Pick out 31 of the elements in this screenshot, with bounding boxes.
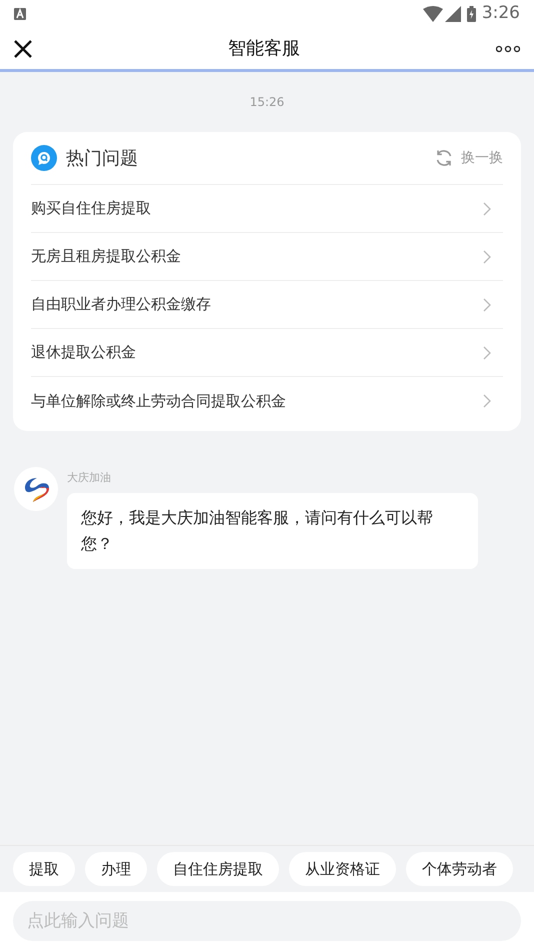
refresh-icon — [435, 149, 453, 167]
quick-reply-chip[interactable]: 个体劳动者 — [406, 852, 513, 886]
chevron-right-icon — [483, 250, 491, 264]
question-item[interactable]: 购买自住住房提取 — [31, 185, 503, 233]
sender-name: 大庆加油 — [67, 470, 111, 486]
question-item[interactable]: 无房且租房提取公积金 — [31, 233, 503, 281]
close-button[interactable] — [14, 40, 32, 58]
question-bubble-icon — [31, 145, 57, 171]
page-title: 智能客服 — [228, 37, 300, 61]
quick-reply-chip[interactable]: 办理 — [85, 852, 147, 886]
message-timestamp: 15:26 — [250, 94, 284, 111]
quick-reply-chip[interactable]: 自住住房提取 — [157, 852, 279, 886]
status-time: 3:26 — [482, 2, 520, 26]
question-item[interactable]: 退休提取公积金 — [31, 329, 503, 377]
question-item[interactable]: 与单位解除或终止劳动合同提取公积金 — [31, 377, 503, 425]
chevron-right-icon — [483, 394, 491, 408]
wifi-icon — [422, 6, 443, 22]
battery-icon — [466, 6, 476, 22]
card-title: 热门问题 — [66, 146, 138, 170]
quick-reply-chip[interactable]: 提取 — [13, 852, 75, 886]
bot-avatar — [14, 467, 58, 511]
quick-reply-chip[interactable]: 从业资格证 — [289, 852, 396, 886]
message-bubble: 您好，我是大庆加油智能客服，请问有什么可以帮您？ — [67, 492, 478, 568]
chevron-right-icon — [483, 202, 491, 216]
question-item[interactable]: 自由职业者办理公积金缴存 — [31, 281, 503, 329]
chevron-right-icon — [483, 346, 491, 360]
question-input[interactable]: 点此输入问题 — [13, 901, 521, 941]
more-button[interactable] — [496, 44, 520, 52]
app-notification-icon — [14, 8, 26, 20]
signal-icon — [444, 6, 461, 22]
chevron-right-icon — [483, 298, 491, 312]
